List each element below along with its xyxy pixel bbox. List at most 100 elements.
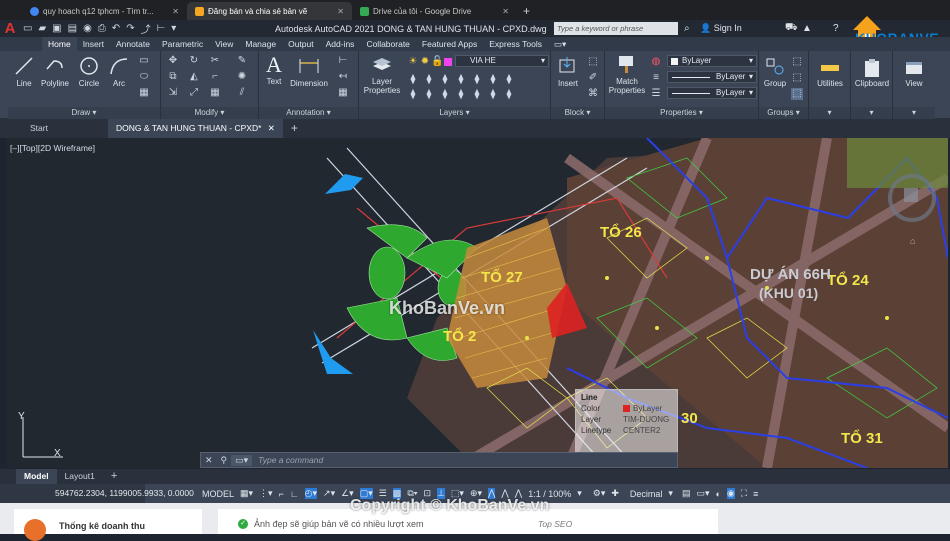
linetype-icon[interactable]: ≡: [650, 72, 662, 84]
lineweight-dropdown[interactable]: ByLayer ▾: [667, 87, 757, 99]
polar-icon[interactable]: ◴▾: [304, 488, 318, 499]
layer-match-icon[interactable]: ⧫: [471, 74, 483, 86]
browser-tab-khobanve[interactable]: Đăng bán và chia sẻ bản vẽ ✕: [187, 2, 352, 20]
view-panel[interactable]: View ▾: [893, 51, 935, 119]
add-layout-button[interactable]: +: [103, 469, 125, 484]
utilities-dropdown[interactable]: ▾: [809, 107, 850, 119]
drawing-canvas[interactable]: TỔ 26 TỔ 27 TỔ 24 DỰ ÁN 66H (KHU 01) TỔ …: [7, 138, 948, 468]
utilities-panel[interactable]: Utilities ▾: [809, 51, 851, 119]
layer-delete-icon[interactable]: ⧫: [471, 89, 483, 101]
chevron-down-icon[interactable]: ▾: [577, 488, 582, 499]
help-icon[interactable]: ?: [833, 23, 839, 34]
layer-unlock-icon[interactable]: ⧫: [439, 89, 451, 101]
lock-ui-icon[interactable]: ▭▾: [696, 488, 709, 499]
tab-insert[interactable]: Insert: [77, 37, 110, 51]
line-button[interactable]: Line: [10, 55, 38, 88]
print-icon[interactable]: ⎙: [98, 23, 106, 34]
close-icon[interactable]: ✕: [201, 455, 217, 466]
clipboard-dropdown[interactable]: ▾: [851, 107, 892, 119]
layer-lock-icon[interactable]: ⧫: [455, 74, 467, 86]
tab-manage[interactable]: Manage: [239, 37, 282, 51]
lineweight-icon[interactable]: ☰: [650, 88, 662, 100]
layer-walk-icon[interactable]: ⧫: [503, 74, 515, 86]
grid-icon[interactable]: ▦▾: [240, 488, 253, 499]
close-icon[interactable]: ✕: [172, 7, 179, 16]
tab-annotate[interactable]: Annotate: [110, 37, 156, 51]
copy-icon[interactable]: ⧉: [167, 71, 179, 83]
tab-add-ins[interactable]: Add-ins: [320, 37, 361, 51]
dropdown-icon[interactable]: ▾: [171, 23, 176, 34]
dimstyle-icon[interactable]: ↤: [337, 71, 349, 83]
tab-view[interactable]: View: [209, 37, 239, 51]
trim-icon[interactable]: ✂: [209, 55, 221, 67]
tab-collaborate[interactable]: Collaborate: [360, 37, 415, 51]
groups-panel-label[interactable]: Groups ▾: [759, 107, 808, 119]
edit-block-icon[interactable]: ✐: [587, 72, 599, 84]
layer-dropdown[interactable]: VIA HE ▾: [455, 55, 549, 67]
layer-merge-icon[interactable]: ⧫: [455, 89, 467, 101]
layer-iso-icon[interactable]: ⧫: [423, 74, 435, 86]
isodraft-icon[interactable]: ↗▾: [323, 488, 335, 499]
customize-status-icon[interactable]: ≡: [753, 489, 758, 499]
tab-express-tools[interactable]: Express Tools: [483, 37, 548, 51]
command-input[interactable]: Type a command: [252, 455, 323, 465]
quick-properties-icon[interactable]: ▤: [682, 488, 691, 499]
layer-off-icon[interactable]: ⧫: [407, 74, 419, 86]
tab-featured-apps[interactable]: Featured Apps: [416, 37, 483, 51]
new-tab-button[interactable]: +: [523, 2, 530, 20]
sign-in-button[interactable]: 👤 Sign In: [700, 23, 742, 34]
command-history-icon[interactable]: ▭▾: [231, 454, 253, 466]
ortho-icon[interactable]: ∟: [290, 489, 299, 499]
match-properties-button[interactable]: Match Properties: [605, 53, 649, 95]
gear-icon[interactable]: ⚙▾: [593, 488, 606, 499]
clipboard-panel[interactable]: Clipboard ▾: [851, 51, 893, 119]
layer-current-icon[interactable]: ⧫: [487, 89, 499, 101]
layer-freeze-icon[interactable]: ⧫: [439, 74, 451, 86]
plus-icon[interactable]: ✚: [611, 488, 619, 499]
mirror-icon[interactable]: ◭: [188, 71, 200, 83]
group-select-icon[interactable]: ⬚: [791, 88, 803, 100]
offset-icon[interactable]: ⫽: [236, 87, 248, 99]
text-button[interactable]: A Text: [261, 53, 287, 87]
arc-button[interactable]: Arc: [106, 55, 132, 88]
view-dropdown[interactable]: ▾: [893, 107, 935, 119]
erase-icon[interactable]: ✎: [236, 55, 248, 67]
undo-icon[interactable]: ↶: [112, 23, 120, 34]
isolate-icon[interactable]: ◐: [715, 489, 720, 499]
properties-panel-label[interactable]: Properties ▾: [605, 107, 758, 119]
layer-thaw-icon[interactable]: ⧫: [423, 89, 435, 101]
new-drawing-tab-button[interactable]: +: [283, 119, 306, 138]
infer-icon[interactable]: ⌐: [279, 489, 284, 499]
units-dropdown[interactable]: Decimal: [630, 489, 663, 499]
autodesk-icon[interactable]: ▲: [802, 23, 812, 34]
explode-icon[interactable]: ✺: [236, 71, 248, 83]
customize-icon[interactable]: ⚲: [217, 455, 232, 466]
block-panel-label[interactable]: Block ▾: [551, 107, 604, 119]
viewport-controls[interactable]: [–][Top][2D Wireframe]: [10, 143, 95, 153]
workspace-icon[interactable]: ⊢: [157, 23, 166, 34]
group-button[interactable]: Group: [761, 55, 789, 88]
hatch-icon[interactable]: ▦: [138, 87, 150, 99]
save-as-icon[interactable]: ▤: [68, 23, 77, 34]
insert-button[interactable]: Insert: [553, 55, 583, 88]
autocad-logo[interactable]: A: [0, 20, 20, 37]
open-icon[interactable]: ▰: [38, 23, 46, 34]
model-space-button[interactable]: MODEL: [202, 489, 234, 499]
layer-copy-icon[interactable]: ⧫: [503, 89, 515, 101]
layer-prev-icon[interactable]: ⧫: [487, 74, 499, 86]
new-file-icon[interactable]: ▭: [23, 23, 32, 34]
snap-icon[interactable]: ⋮▾: [259, 488, 273, 499]
draw-panel-label[interactable]: Draw ▾: [8, 107, 160, 119]
table-icon[interactable]: ▦: [337, 87, 349, 99]
browser-tab-drive[interactable]: Drive của tôi - Google Drive ✕: [352, 2, 517, 20]
circle-button[interactable]: Circle: [74, 55, 104, 88]
create-block-icon[interactable]: ⬚: [587, 56, 599, 68]
help-search-input[interactable]: Type a keyword or phrase: [554, 22, 678, 35]
attribute-icon[interactable]: ⌘: [587, 88, 599, 100]
redo-icon[interactable]: ↷: [126, 23, 134, 34]
share-icon[interactable]: ⤴: [141, 21, 151, 36]
layer-on-icon[interactable]: ⧫: [407, 89, 419, 101]
stretch-icon[interactable]: ⇲: [167, 87, 179, 99]
rectangle-icon[interactable]: ▭: [138, 55, 150, 67]
tab-start[interactable]: Start: [0, 119, 108, 138]
